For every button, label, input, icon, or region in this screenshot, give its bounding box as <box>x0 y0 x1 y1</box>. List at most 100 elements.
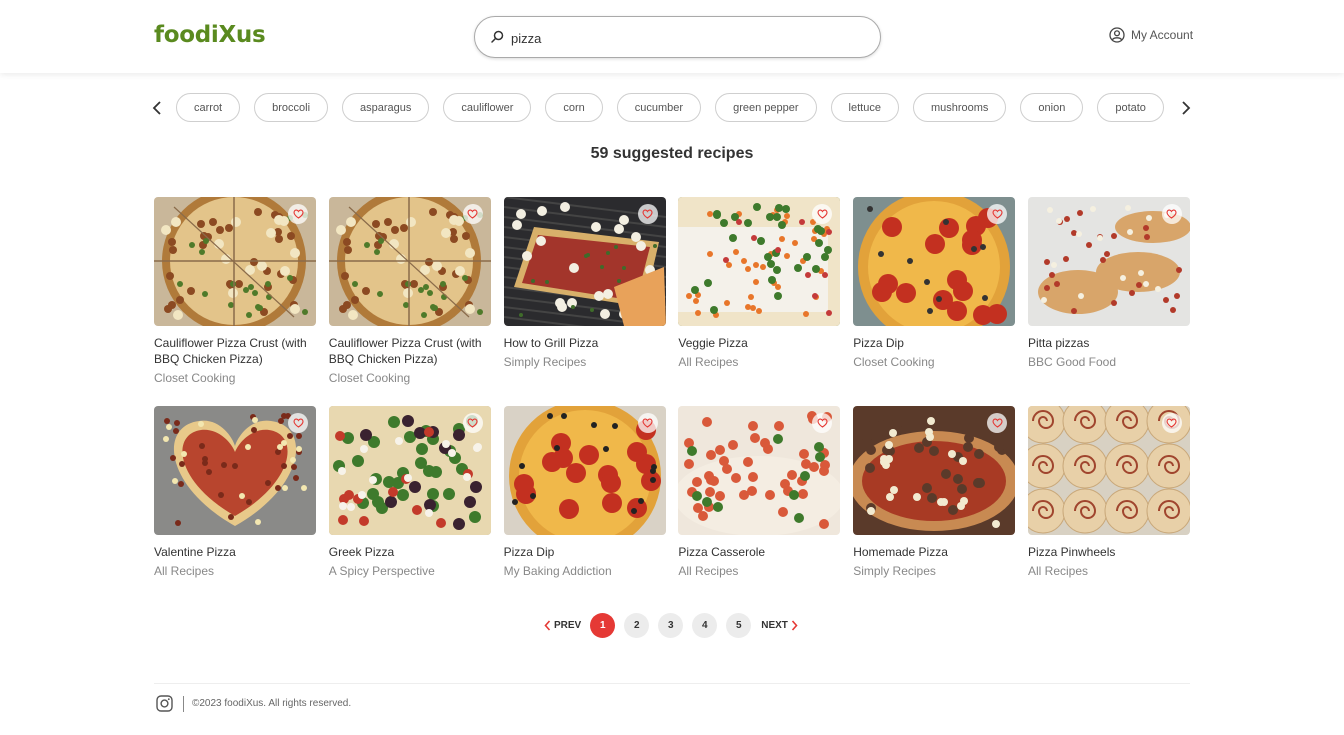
recipe-source: A Spicy Perspective <box>328 564 435 578</box>
recipe-source: All Recipes <box>678 564 739 578</box>
recipe-card[interactable]: Pizza Casserole All Recipes <box>678 406 841 615</box>
heart-icon <box>467 209 478 219</box>
heart-icon <box>642 418 653 428</box>
recipe-source: Closet Cooking <box>154 371 236 385</box>
recipe-title[interactable]: Valentine Pizza <box>154 544 316 560</box>
recipe-card[interactable]: Homemade Pizza Simply Recipes <box>853 406 1016 615</box>
my-account-link[interactable]: My Account <box>1109 27 1193 43</box>
recipe-card[interactable]: Valentine Pizza All Recipes <box>154 406 316 615</box>
recipe-image[interactable] <box>328 406 491 535</box>
page-number-button[interactable]: 4 <box>692 613 718 638</box>
recipe-title[interactable]: Cauliflower Pizza Crust (with BBQ Chicke… <box>154 335 316 367</box>
recipe-title[interactable]: Greek Pizza <box>329 544 491 560</box>
footer-divider <box>154 683 1190 684</box>
favorite-button[interactable] <box>637 413 658 433</box>
recipe-source: Closet Cooking <box>328 371 411 385</box>
chevron-right-icon[interactable] <box>1179 97 1193 119</box>
recipe-title[interactable]: Pizza Dip <box>504 544 666 560</box>
recipe-image[interactable] <box>678 197 841 326</box>
favorite-button[interactable] <box>462 204 483 224</box>
chevron-left-icon[interactable] <box>150 97 164 119</box>
page-number-button[interactable]: 2 <box>624 613 650 638</box>
logo[interactable]: foodiXus <box>154 22 266 48</box>
page-number-button[interactable]: 5 <box>726 613 752 638</box>
favorite-button[interactable] <box>288 413 308 433</box>
recipe-card[interactable]: Cauliflower Pizza Crust (with BBQ Chicke… <box>154 197 316 406</box>
page-number-button[interactable]: 1 <box>590 613 616 638</box>
recipe-image[interactable] <box>154 406 316 535</box>
prev-page-button[interactable]: PREV <box>544 620 581 631</box>
recipe-image[interactable] <box>328 197 491 326</box>
heart-icon <box>817 418 828 428</box>
page-number-button[interactable]: 3 <box>658 613 684 638</box>
next-page-button[interactable]: NEXT <box>761 620 798 631</box>
recipe-title[interactable]: Pizza Dip <box>853 335 1015 351</box>
heart-icon <box>467 418 478 428</box>
recipe-card[interactable]: Cauliflower Pizza Crust (with BBQ Chicke… <box>328 197 491 406</box>
chips-scroll: carrot broccoli asparagus cauliflower corn cu… <box>176 93 1170 123</box>
recipe-title[interactable]: Pizza Casserole <box>678 544 840 560</box>
ingredient-chip[interactable]: cauliflower <box>443 93 532 122</box>
recipe-title[interactable]: Homemade Pizza <box>853 544 1015 560</box>
heart-icon <box>293 418 303 428</box>
recipe-card[interactable]: Pizza Dip My Baking Addiction <box>503 406 666 615</box>
heart-icon <box>817 209 828 219</box>
ingredient-chip[interactable]: potato <box>1097 93 1164 122</box>
favorite-button[interactable] <box>1161 204 1182 224</box>
heart-icon <box>992 418 1003 428</box>
ingredient-chip[interactable]: mushrooms <box>912 93 1007 122</box>
favorite-button[interactable] <box>1161 413 1182 433</box>
recipe-image[interactable] <box>503 197 666 326</box>
recipe-card[interactable]: Pitta pizzas BBC Good Food <box>1027 197 1190 406</box>
ingredient-chip[interactable]: broccoli <box>254 93 329 122</box>
recipe-image[interactable] <box>678 406 841 535</box>
chevron-right-icon <box>791 620 798 631</box>
pagination: PREV 12345 NEXT <box>544 613 798 638</box>
ingredient-chip[interactable]: green pepper <box>715 93 817 122</box>
heart-icon <box>992 209 1003 219</box>
recipe-card[interactable]: Greek Pizza A Spicy Perspective <box>328 406 491 615</box>
recipe-card[interactable]: How to Grill Pizza Simply Recipes <box>503 197 666 406</box>
search-bar[interactable] <box>474 16 881 58</box>
recipe-card[interactable]: Pizza Pinwheels All Recipes <box>1027 406 1190 615</box>
favorite-button[interactable] <box>637 204 658 224</box>
favorite-button[interactable] <box>462 413 483 433</box>
recipe-source: All Recipes <box>678 355 739 369</box>
ingredient-chip[interactable]: carrot <box>176 93 241 122</box>
ingredient-chip[interactable]: asparagus <box>342 93 430 122</box>
ingredient-filter-bar: carrot broccoli asparagus cauliflower corn cu… <box>150 93 1195 123</box>
footer-separator <box>183 695 184 712</box>
recipe-image[interactable] <box>154 197 316 326</box>
recipe-image[interactable] <box>1027 197 1190 326</box>
recipe-image[interactable] <box>853 406 1016 535</box>
chevron-left-icon <box>544 620 551 631</box>
heart-icon <box>1167 209 1177 219</box>
ingredient-chip[interactable]: corn <box>545 93 603 122</box>
ingredient-chip[interactable]: onion <box>1020 93 1084 122</box>
recipe-title[interactable]: How to Grill Pizza <box>504 335 666 351</box>
heart-icon <box>293 209 303 219</box>
prev-label: PREV <box>554 620 582 631</box>
recipe-image[interactable] <box>1027 406 1190 535</box>
recipe-source: BBC Good Food <box>1027 355 1117 369</box>
recipe-title[interactable]: Pitta pizzas <box>1028 335 1190 351</box>
recipe-title[interactable]: Cauliflower Pizza Crust (with BBQ Chicke… <box>329 335 491 367</box>
ingredient-chip[interactable]: cucumber <box>616 93 702 122</box>
recipe-image[interactable] <box>853 197 1016 326</box>
favorite-button[interactable] <box>288 204 308 224</box>
search-input[interactable] <box>511 27 851 49</box>
recipe-title[interactable]: Pizza Pinwheels <box>1028 544 1190 560</box>
recipe-card[interactable]: Pizza Dip Closet Cooking <box>853 197 1016 406</box>
next-label: NEXT <box>761 620 788 631</box>
recipe-title[interactable]: Veggie Pizza <box>678 335 840 351</box>
site-footer: ©2023 foodiXus. All rights reserved. <box>156 695 351 712</box>
recipe-source: Simply Recipes <box>503 355 587 369</box>
search-icon <box>491 30 504 43</box>
recipe-source: All Recipes <box>154 564 215 578</box>
heart-icon <box>642 209 653 219</box>
ingredient-chip[interactable]: lettuce <box>830 93 899 122</box>
recipe-image[interactable] <box>503 406 666 535</box>
instagram-icon[interactable] <box>156 695 173 712</box>
my-account-label: My Account <box>1131 28 1194 42</box>
recipe-card[interactable]: Veggie Pizza All Recipes <box>678 197 841 406</box>
